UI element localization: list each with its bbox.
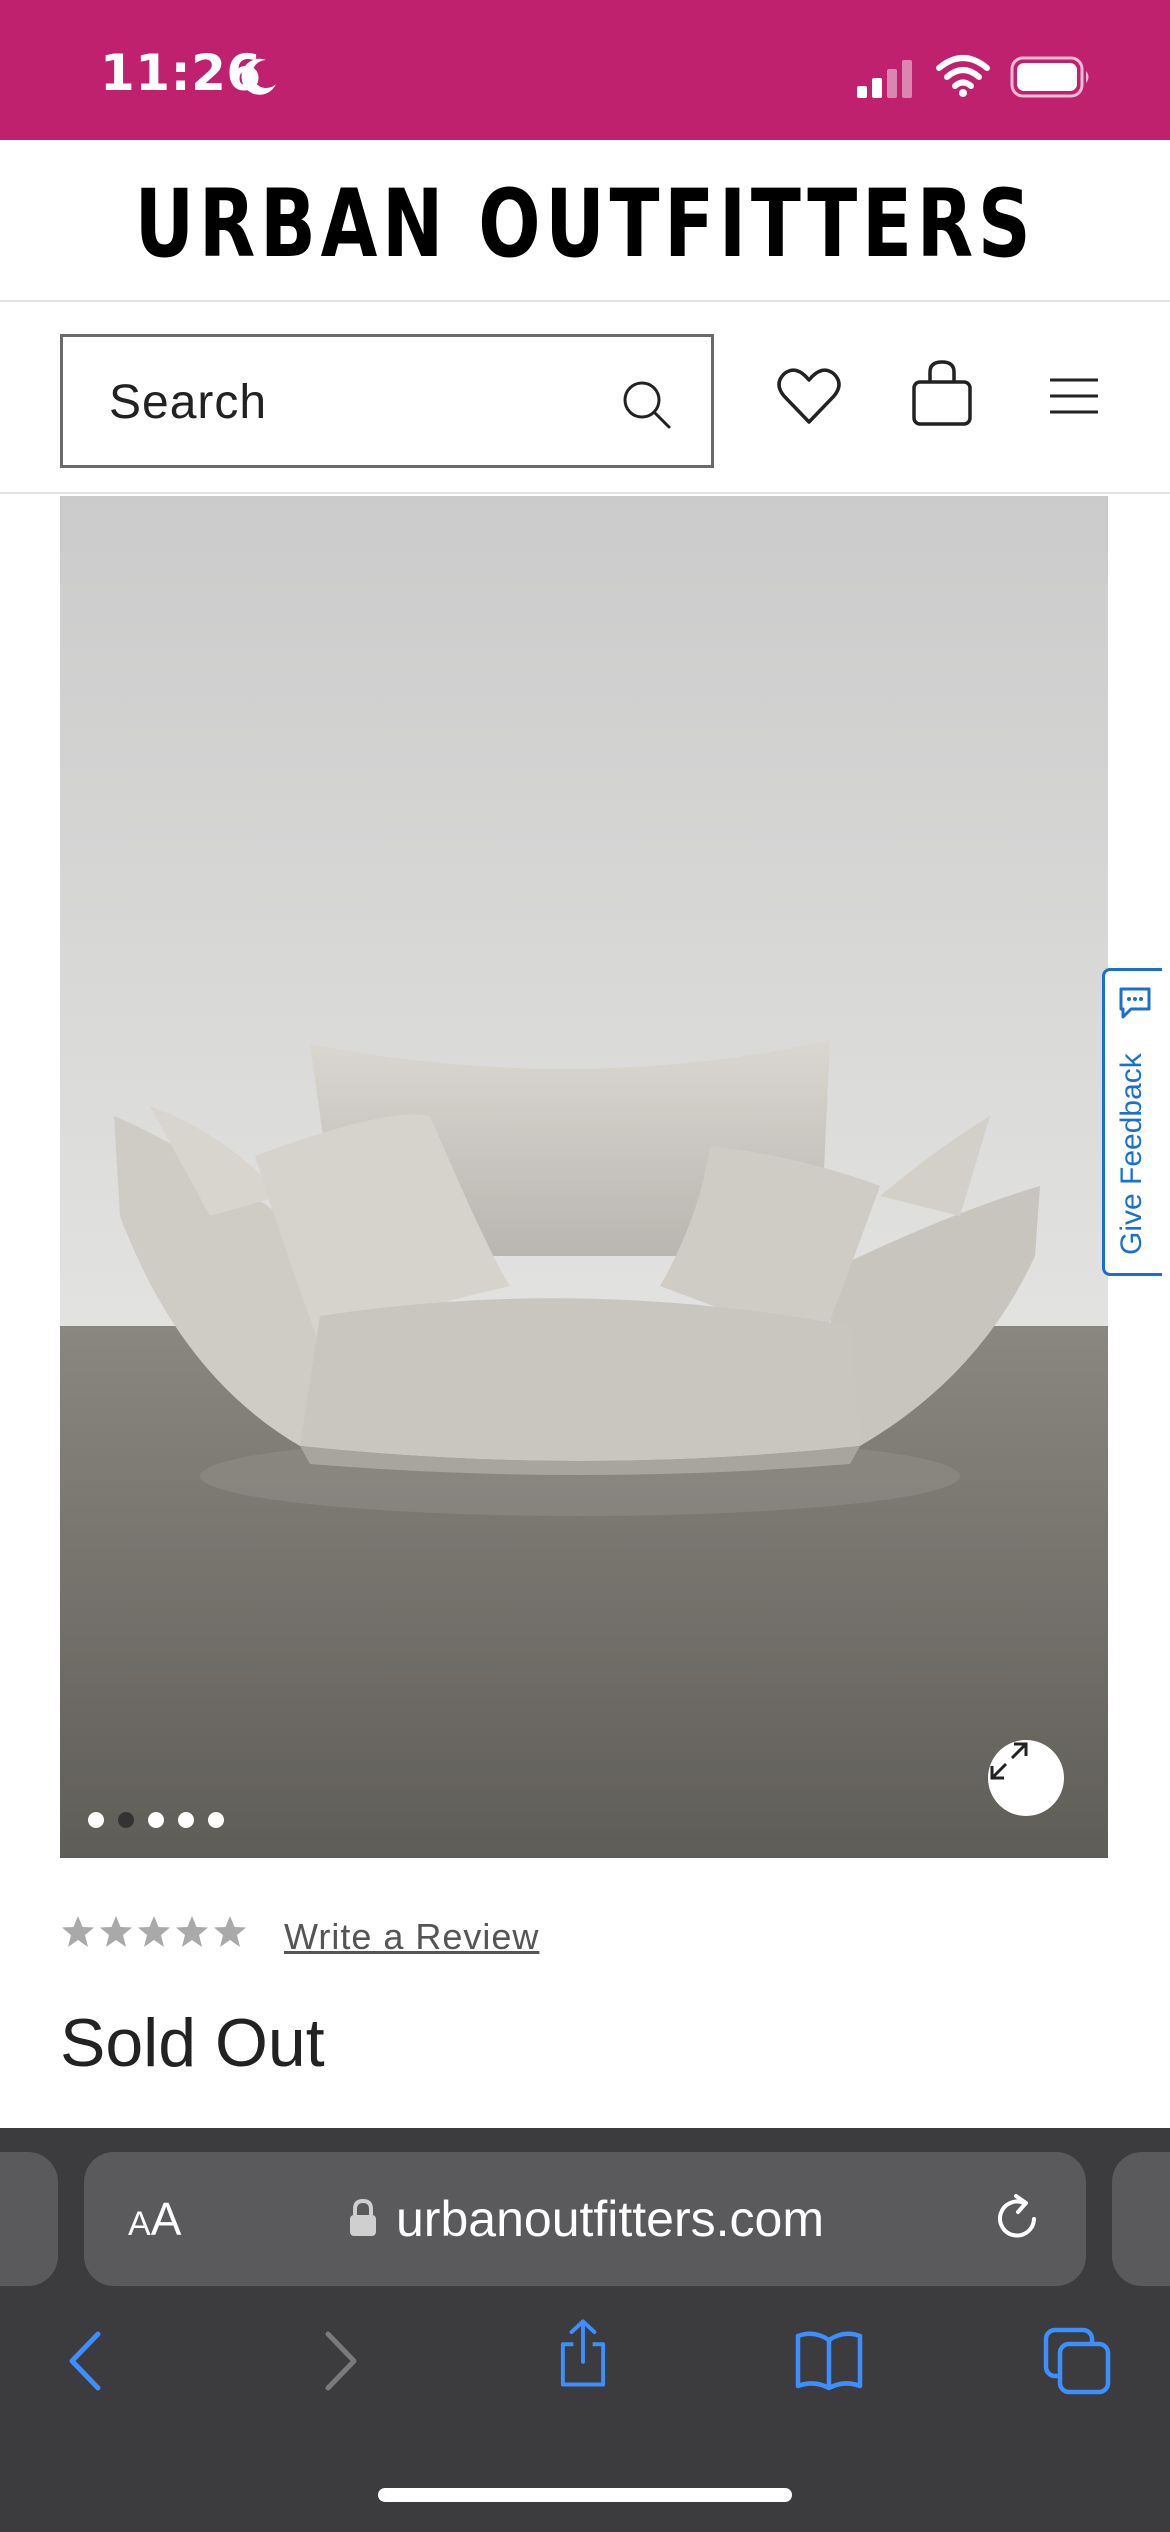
menu-icon[interactable] <box>1046 374 1102 418</box>
previous-tab-preview[interactable] <box>0 2152 58 2286</box>
image-carousel-dots[interactable] <box>88 1812 224 1828</box>
carousel-dot[interactable] <box>178 1812 194 1828</box>
search-input[interactable]: Search <box>60 334 714 468</box>
availability-status: Sold Out <box>60 2005 325 2081</box>
give-feedback-tab[interactable]: Give Feedback <box>1102 968 1162 1276</box>
search-row: Search <box>0 304 1170 494</box>
search-icon[interactable] <box>619 377 675 433</box>
signal-icon <box>857 60 912 98</box>
search-placeholder: Search <box>109 376 268 429</box>
forward-icon[interactable] <box>304 2326 374 2396</box>
url-text: urbanoutfitters.com <box>396 2191 824 2247</box>
bag-icon[interactable] <box>910 358 974 428</box>
carousel-dot[interactable] <box>208 1812 224 1828</box>
star-icon <box>176 1916 208 1947</box>
carousel-dot[interactable] <box>88 1812 104 1828</box>
heart-icon[interactable] <box>776 366 842 426</box>
next-tab-preview[interactable] <box>1112 2152 1170 2286</box>
bookmarks-icon[interactable] <box>794 2326 864 2396</box>
page: 11:26 URBAN OUTFITTERS Search Give Feedb… <box>0 0 1170 2532</box>
expand-icon <box>990 1742 1028 1780</box>
rating-stars <box>60 1914 248 1950</box>
lock-icon <box>350 2198 376 2236</box>
moon-icon <box>241 58 276 95</box>
site-header: URBAN OUTFITTERS <box>0 140 1170 302</box>
star-icon <box>100 1916 132 1947</box>
expand-image-button[interactable] <box>988 1740 1064 1816</box>
text-size-button[interactable]: AA <box>128 2192 181 2246</box>
star-icon <box>214 1916 246 1947</box>
product-image[interactable] <box>60 496 1108 1858</box>
sofa-photo <box>60 496 1108 1858</box>
share-icon[interactable] <box>548 2318 618 2388</box>
feedback-label: Give Feedback <box>1115 1053 1148 1255</box>
back-icon[interactable] <box>52 2326 122 2396</box>
carousel-dot[interactable] <box>118 1812 134 1828</box>
write-review-link[interactable]: Write a Review <box>284 1916 539 1958</box>
browser-toolbar: AA urbanoutfitters.com <box>0 2128 1170 2532</box>
status-bar: 11:26 <box>0 0 1170 140</box>
reload-icon[interactable] <box>990 2192 1044 2246</box>
home-indicator[interactable] <box>378 2488 792 2502</box>
feedback-icon <box>1119 987 1151 1019</box>
address-bar[interactable]: AA urbanoutfitters.com <box>84 2152 1086 2286</box>
star-icon <box>62 1916 94 1947</box>
star-icon <box>138 1916 170 1947</box>
battery-icon <box>1010 56 1089 98</box>
site-logo[interactable]: URBAN OUTFITTERS <box>129 170 1042 279</box>
wifi-icon <box>936 55 990 97</box>
carousel-dot[interactable] <box>148 1812 164 1828</box>
tabs-icon[interactable] <box>1042 2326 1112 2396</box>
